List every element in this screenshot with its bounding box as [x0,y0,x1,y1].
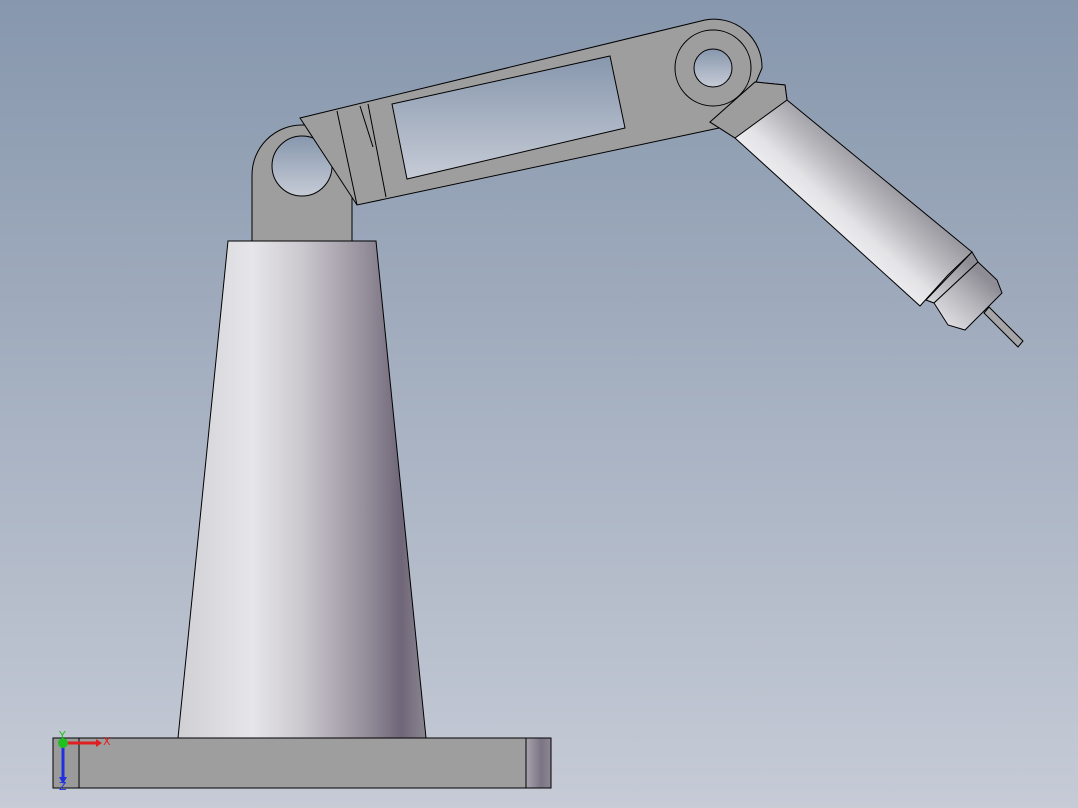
base-plate[interactable] [52,737,552,789]
elbow-joint[interactable] [674,29,752,107]
z-axis-label: Z [59,780,67,793]
model-scene[interactable]: X Y Z [0,0,1078,808]
x-axis-label: X [103,735,111,748]
y-axis-label: Y [58,729,66,742]
graphics-viewport[interactable]: X Y Z [0,0,1078,808]
